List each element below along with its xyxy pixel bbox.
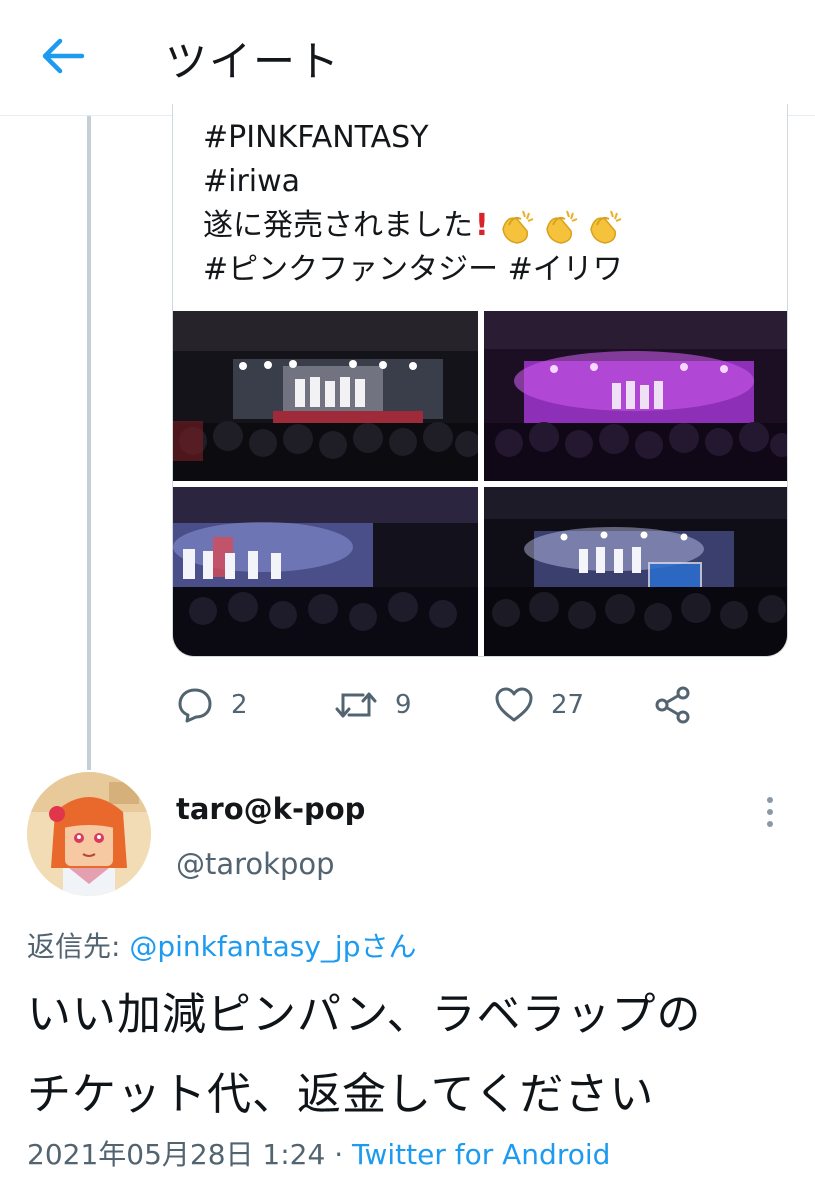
vertical-dots-icon xyxy=(767,797,773,827)
reply-icon xyxy=(178,688,212,723)
meta-separator: · xyxy=(325,1138,352,1171)
avatar[interactable] xyxy=(27,772,151,896)
tweet-body: いい加減ピンパン、ラベラップの チケット代、返金してください xyxy=(27,975,797,1135)
like-count: 27 xyxy=(551,690,585,720)
stage-photo-3[interactable] xyxy=(173,487,478,656)
stage-photo-2[interactable] xyxy=(484,311,787,481)
avatar-illustration xyxy=(27,772,151,896)
share-button[interactable] xyxy=(653,682,693,728)
share-icon xyxy=(655,686,690,724)
stage-photo-1[interactable] xyxy=(173,311,478,481)
top-app-bar: ツイート xyxy=(0,0,815,116)
heart-icon xyxy=(495,687,533,722)
retweet-button[interactable]: 9 xyxy=(333,682,412,728)
back-arrow-icon xyxy=(42,38,85,74)
hashtag-iriwa[interactable]: #iriwa xyxy=(203,160,629,204)
display-name[interactable]: taro@k-pop xyxy=(176,792,365,826)
user-handle[interactable]: @tarokpop xyxy=(176,847,335,881)
tweet-body-line-2: チケット代、返金してください xyxy=(27,1069,655,1120)
tweet-metadata: 2021年05月28日 1:24 · Twitter for Android xyxy=(27,1133,610,1173)
reply-to-prefix: 返信先: xyxy=(27,930,130,963)
parent-tweet-card[interactable]: #PINKFANTASY #iriwa 遂に発売されました! #ピンクファンタジ… xyxy=(172,104,788,657)
red-exclamation-icon: ! xyxy=(475,208,489,243)
reply-count: 2 xyxy=(231,690,248,720)
clapping-hands-icon xyxy=(589,210,622,244)
released-text: 遂に発売されました xyxy=(203,208,473,243)
tweet-body-line-1: いい加減ピンパン、ラベラップの xyxy=(27,989,702,1040)
photo-grid xyxy=(173,311,787,656)
retweet-count: 9 xyxy=(395,690,412,720)
page-title: ツイート xyxy=(165,37,342,86)
reply-to-line: 返信先: @pinkfantasy_jpさん xyxy=(27,925,416,965)
clapping-hands-icon xyxy=(501,210,534,244)
hashtags-japanese[interactable]: #ピンクファンタジー #イリワ xyxy=(203,248,629,292)
reply-to-mention[interactable]: @pinkfantasy_jpさん xyxy=(129,930,416,963)
reply-button[interactable]: 2 xyxy=(175,682,248,728)
like-button[interactable]: 27 xyxy=(493,682,584,728)
retweet-icon xyxy=(335,692,377,718)
text-line-released: 遂に発売されました! xyxy=(203,204,629,248)
parent-tweet-text: #PINKFANTASY #iriwa 遂に発売されました! #ピンクファンタジ… xyxy=(203,116,629,292)
clapping-hands-icon xyxy=(545,210,578,244)
more-options-button[interactable] xyxy=(758,794,782,830)
tweet-action-bar: 2 9 27 xyxy=(175,682,735,728)
thread-connector-line xyxy=(87,116,91,770)
hashtag-pinkfantasy[interactable]: #PINKFANTASY xyxy=(203,116,629,160)
stage-photo-4[interactable] xyxy=(484,487,787,656)
tweet-source-link[interactable]: Twitter for Android xyxy=(352,1138,610,1171)
tweet-timestamp[interactable]: 2021年05月28日 1:24 xyxy=(27,1138,325,1171)
back-button[interactable] xyxy=(38,34,88,78)
